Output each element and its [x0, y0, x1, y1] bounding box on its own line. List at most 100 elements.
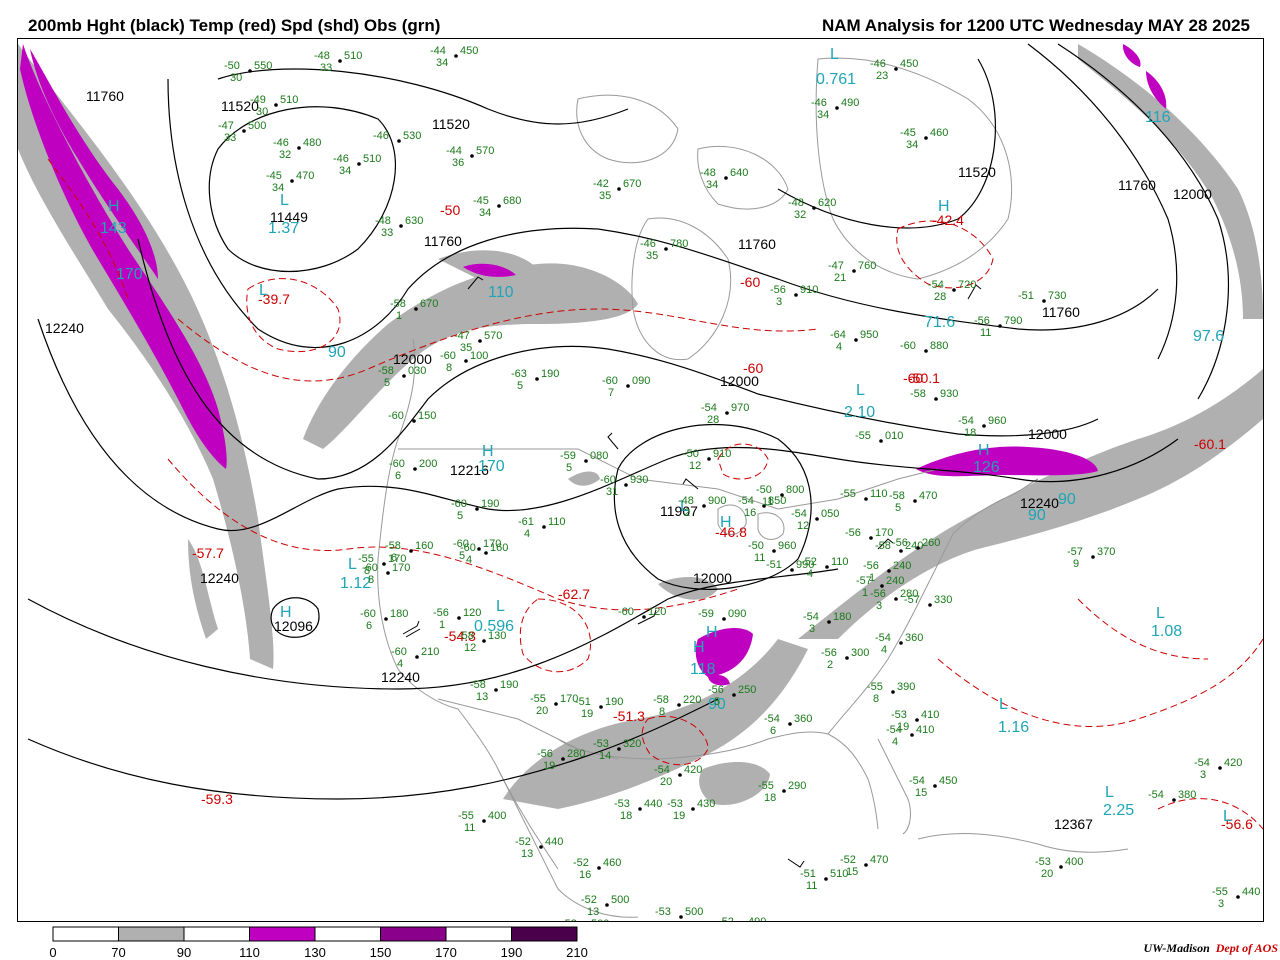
obs-temperature: -45 [473, 195, 489, 207]
obs-temperature: -64 [830, 329, 846, 341]
station-dot [561, 757, 565, 761]
obs-dewpoint-depression: 34 [906, 139, 918, 151]
legend-tick: 130 [304, 945, 326, 960]
obs-height: 510 [344, 50, 362, 62]
low-center-marker: L [496, 598, 505, 615]
station-dot [825, 565, 829, 569]
wind-speed-label: 97.6 [1193, 328, 1224, 345]
jet-ne-magenta [1122, 44, 1141, 67]
high-center-marker: H [720, 514, 732, 531]
legend-swatch [511, 926, 578, 942]
station-dot [475, 507, 479, 511]
contour-11449-loop [208, 106, 397, 272]
legend-tick: 90 [177, 945, 191, 960]
obs-height: 970 [731, 402, 749, 414]
station-dot [772, 549, 776, 553]
obs-temperature: -53 [667, 798, 683, 810]
station-dot [790, 568, 794, 572]
obs-temperature: -52 [840, 854, 856, 866]
station-dot [484, 551, 488, 555]
obs-height: 960 [988, 415, 1006, 427]
station-dot [386, 571, 390, 575]
obs-height: 370 [1097, 546, 1115, 558]
height-contour-label: 12240 [381, 669, 420, 685]
wind-speed-label: 1.08 [1151, 623, 1182, 640]
station-obs: -58 930 [910, 388, 958, 401]
obs-temperature: -61 [518, 516, 534, 528]
station-dot [894, 67, 898, 71]
station-dot [402, 374, 406, 378]
obs-temperature: -55 [458, 810, 474, 822]
map-title: 200mb Hght (black) Temp (red) Spd (shd) … [28, 16, 441, 35]
legend-swatch [249, 926, 316, 942]
obs-temperature: -54 [791, 508, 807, 520]
station-dot [470, 154, 474, 158]
obs-height: 410 [921, 709, 939, 721]
obs-temperature: -58 [889, 490, 905, 502]
obs-temperature: -46 [373, 130, 389, 142]
station-obs: -42 670 35 [593, 178, 641, 202]
obs-dewpoint-depression: 21 [834, 272, 846, 284]
station-obs: -54 970 28 [701, 402, 749, 426]
station-obs: -54 360 4 [875, 632, 923, 656]
station-dot [539, 845, 543, 849]
obs-dewpoint-depression: 18 [620, 810, 632, 822]
wind-speed-label: 90 [1058, 491, 1076, 508]
obs-height: 760 [858, 260, 876, 272]
obs-height: 500 [591, 918, 609, 921]
obs-dewpoint-depression: 13 [521, 848, 533, 860]
low-center-marker: L [999, 696, 1008, 713]
obs-dewpoint-depression: 5 [895, 502, 901, 514]
station-dot [1218, 766, 1222, 770]
obs-temperature: -53 [891, 709, 907, 721]
obs-dewpoint-depression: 19 [673, 810, 685, 822]
obs-dewpoint-depression: 34 [339, 165, 351, 177]
obs-temperature: -52 [561, 918, 577, 921]
station-dot [780, 493, 784, 497]
station-obs: -45 470 34 [266, 170, 314, 194]
obs-dewpoint-depression: 8 [873, 693, 879, 705]
obs-height: 130 [488, 630, 506, 642]
obs-height: 490 [841, 97, 859, 109]
obs-temperature: -54 [764, 713, 780, 725]
obs-temperature: -50 [224, 60, 240, 72]
station-obs: -56 170 [845, 527, 893, 540]
station-dot [899, 549, 903, 553]
station-obs: -60 120 [618, 606, 666, 619]
station-dot [794, 293, 798, 297]
height-contour-label: 11520 [958, 164, 996, 180]
low-center-marker: L [1105, 784, 1114, 801]
legend-color-bar [52, 926, 578, 942]
obs-height: 500 [248, 120, 266, 132]
station-obs: -46 450 23 [870, 58, 918, 82]
obs-height: 730 [1048, 290, 1066, 302]
temperature-label: -60.1 [1194, 436, 1226, 452]
temperature-label: -50 [440, 202, 460, 218]
height-contour-label: 11760 [424, 233, 462, 249]
obs-temperature: -56 [821, 647, 837, 659]
obs-height: 420 [684, 764, 702, 776]
station-dot [782, 789, 786, 793]
low-center-marker: L [348, 556, 357, 573]
station-dot [409, 549, 413, 553]
obs-temperature: -51 [766, 559, 782, 571]
station-dot [924, 136, 928, 140]
obs-dewpoint-depression: 34 [479, 207, 491, 219]
obs-dewpoint-depression: 34 [436, 57, 448, 69]
station-dot [679, 915, 683, 919]
obs-height: 440 [644, 798, 662, 810]
station-dot [412, 419, 416, 423]
obs-dewpoint-depression: 13 [476, 691, 488, 703]
obs-height: 110 [548, 516, 566, 528]
obs-height: 570 [476, 145, 494, 157]
low-center-marker: L [259, 282, 268, 299]
credit-org: UW-Madison [1143, 941, 1210, 955]
station-dot [624, 483, 628, 487]
legend-swatch [52, 926, 119, 942]
height-contour-label: 12000 [693, 570, 732, 586]
obs-temperature: -55 [840, 488, 856, 500]
station-dot [664, 247, 668, 251]
station-obs: -46 530 [373, 130, 421, 143]
obs-dewpoint-depression: 1 [862, 587, 868, 599]
obs-temperature: -54 [654, 764, 670, 776]
